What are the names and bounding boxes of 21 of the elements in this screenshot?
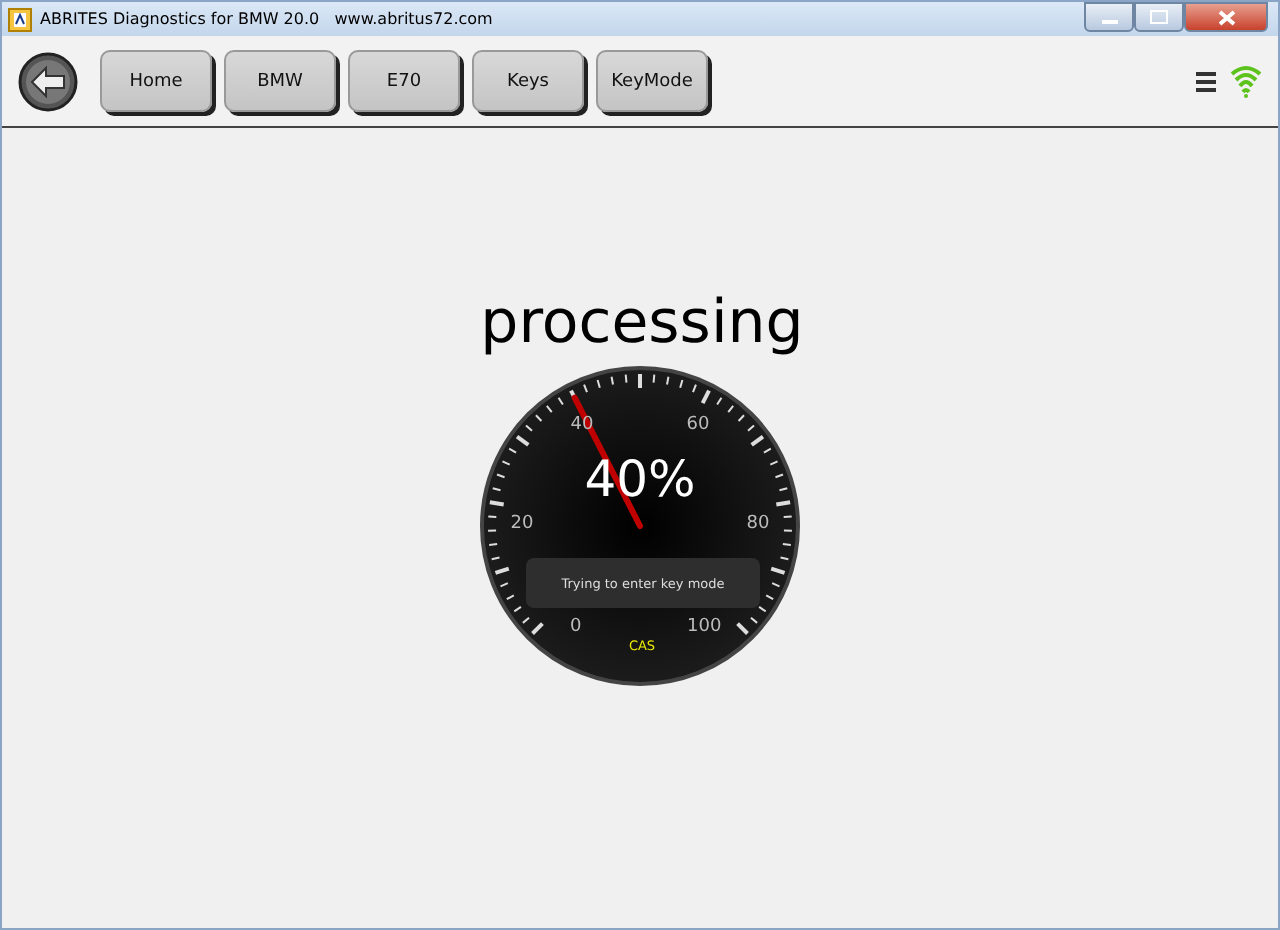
breadcrumb-button[interactable]: E70: [348, 50, 460, 112]
close-button[interactable]: [1184, 2, 1268, 32]
breadcrumb-button[interactable]: Home: [100, 50, 212, 112]
window-title: ABRITES Diagnostics for BMW 20.0 www.abritus72.com: [40, 10, 493, 28]
scale-label: 20: [510, 514, 534, 535]
close-icon: [1217, 9, 1235, 25]
breadcrumb-button[interactable]: BMW: [224, 50, 336, 112]
signal-icon: [1230, 64, 1262, 98]
back-button[interactable]: [16, 49, 80, 113]
maximize-button[interactable]: [1134, 2, 1184, 32]
scale-label: 60: [686, 415, 710, 436]
app-icon: [8, 7, 32, 31]
maximize-icon: [1150, 10, 1168, 24]
scale-label: 100: [687, 616, 722, 637]
menu-icon[interactable]: [1196, 71, 1216, 91]
scale-label: 0: [570, 616, 582, 637]
scale-label: 80: [746, 514, 770, 535]
status-heading: processing: [480, 288, 804, 360]
minimize-button[interactable]: [1084, 2, 1134, 32]
breadcrumb-button[interactable]: KeyMode: [596, 50, 708, 112]
breadcrumb-button[interactable]: Keys: [472, 50, 584, 112]
